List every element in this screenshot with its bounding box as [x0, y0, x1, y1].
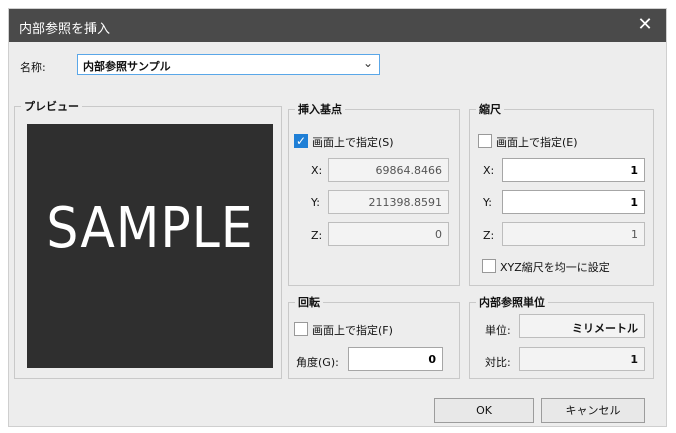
preview-legend: プレビュー [24, 100, 79, 113]
unit-value: ミリメートル [572, 322, 638, 335]
ratio-label: 対比: [485, 356, 511, 369]
insert-z-value: 0 [435, 228, 442, 241]
insert-block-dialog: 内部参照を挿入 ✕ 名称: 内部参照サンプル ⌄ プレビュー SAMPLE 挿入… [8, 8, 667, 427]
preview-text: SAMPLE [46, 196, 254, 261]
unit-field: ミリメートル [519, 314, 645, 338]
uniform-scale-checkbox[interactable] [482, 259, 496, 273]
insert-z-label: Z: [311, 229, 323, 242]
scale-z-label: Z: [483, 229, 495, 242]
insert-y-value: 211398.8591 [368, 196, 442, 209]
rotation-specify-label: 画面上で指定(F) [312, 324, 393, 337]
insert-y-label: Y: [311, 196, 320, 209]
insert-point-legend: 挿入基点 [298, 103, 342, 116]
dialog-title: 内部参照を挿入 [19, 22, 111, 37]
name-combobox[interactable]: 内部参照サンプル ⌄ [77, 54, 380, 75]
preview-canvas: SAMPLE [27, 124, 273, 368]
insert-z-field: 0 [328, 222, 449, 246]
scale-z-value: 1 [631, 228, 638, 241]
name-label: 名称: [20, 61, 46, 74]
scale-specify-checkbox[interactable] [478, 134, 492, 148]
title-bar: 内部参照を挿入 ✕ [9, 9, 666, 42]
insert-x-value: 69864.8466 [375, 164, 442, 177]
ratio-field: 1 [519, 347, 645, 371]
uniform-scale-label: XYZ縮尺を均一に設定 [500, 261, 610, 274]
ok-button[interactable]: OK [434, 398, 534, 423]
rotation-legend: 回転 [298, 296, 320, 309]
angle-value: 0 [428, 353, 436, 366]
rotation-specify-checkbox[interactable] [294, 322, 308, 336]
insert-x-field: 69864.8466 [328, 158, 449, 182]
angle-label: 角度(G): [296, 356, 339, 369]
scale-x-input[interactable]: 1 [502, 158, 645, 182]
scale-y-value: 1 [630, 196, 638, 209]
scale-y-input[interactable]: 1 [502, 190, 645, 214]
close-icon[interactable]: ✕ [634, 14, 656, 36]
scale-y-label: Y: [483, 196, 492, 209]
units-legend: 内部参照単位 [479, 296, 545, 309]
scale-specify-label: 画面上で指定(E) [496, 136, 578, 149]
unit-label: 単位: [485, 324, 511, 337]
ratio-value: 1 [630, 353, 638, 366]
insert-x-label: X: [311, 164, 323, 177]
insert-point-specify-label: 画面上で指定(S) [312, 136, 394, 149]
scale-z-field: 1 [502, 222, 645, 246]
chevron-down-icon[interactable]: ⌄ [363, 56, 373, 70]
scale-x-label: X: [483, 164, 495, 177]
scale-x-value: 1 [630, 164, 638, 177]
insert-point-specify-checkbox[interactable]: ✓ [294, 134, 308, 148]
scale-legend: 縮尺 [479, 103, 501, 116]
name-value: 内部参照サンプル [83, 60, 171, 73]
cancel-button[interactable]: キャンセル [541, 398, 645, 423]
insert-y-field: 211398.8591 [328, 190, 449, 214]
angle-input[interactable]: 0 [348, 347, 443, 371]
